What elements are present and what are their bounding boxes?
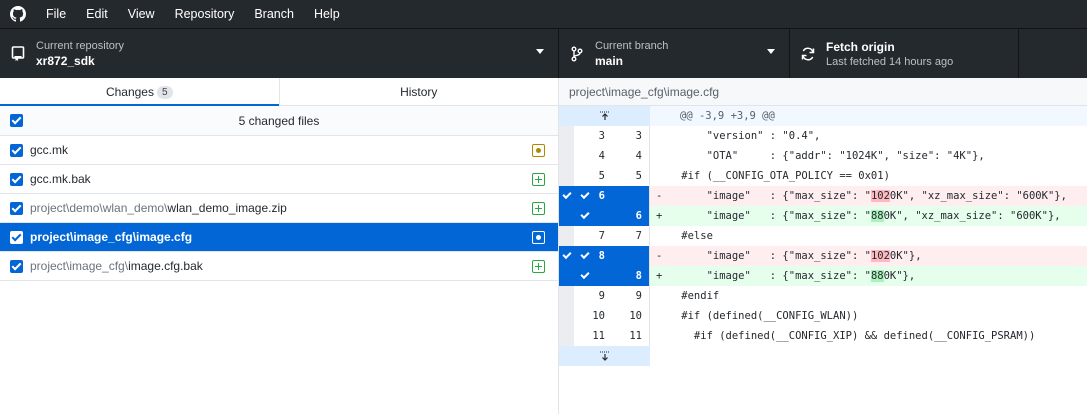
diff-line: 33 "version" : "0.4", (559, 126, 1087, 146)
file-row[interactable]: gcc.mk (0, 136, 558, 165)
file-checkbox[interactable] (10, 259, 23, 273)
diff-line: 99 #endif (559, 286, 1087, 306)
diff-line: 55 #if (__CONFIG_OTA_POLICY == 0x01) (559, 166, 1087, 186)
menu-bar: File Edit View Repository Branch Help (0, 0, 1087, 28)
menu-branch[interactable]: Branch (244, 0, 304, 28)
changed-files-count: 5 changed files (238, 113, 320, 128)
file-name: project\image_cfg\image.cfg.bak (30, 259, 203, 273)
fetch-status: Last fetched 14 hours ago (826, 55, 954, 68)
chevron-down-icon (536, 49, 544, 54)
menu-help[interactable]: Help (304, 0, 350, 28)
file-name: project\demo\wlan_demo\wlan_demo_image.z… (30, 201, 287, 215)
menu-view[interactable]: View (118, 0, 165, 28)
current-repository-button[interactable]: Current repository xr872_sdk (0, 29, 559, 78)
diff-line-added[interactable]: 8 + "image" : {"max_size": "880K"}, (559, 266, 1087, 286)
file-row[interactable]: project\image_cfg\image.cfg.bak (0, 252, 558, 281)
modified-icon (532, 231, 545, 244)
file-row[interactable]: gcc.mk.bak (0, 165, 558, 194)
diff-line-deleted[interactable]: 8 - "image" : {"max_size": "1020K"}, (559, 246, 1087, 266)
repo-name: xr872_sdk (36, 53, 95, 68)
diff-line: 10 10 #if (defined(__CONFIG_WLAN)) (559, 306, 1087, 326)
diff-line-deleted[interactable]: 6 - "image" : {"max_size": "1020K", "xz_… (559, 186, 1087, 206)
hunk-select-checkmark-icon (559, 186, 574, 206)
diff-line: 44 "OTA" : {"addr": "1024K", "size": "4K… (559, 146, 1087, 166)
expand-up-button[interactable] (559, 106, 650, 126)
diff-line-added[interactable]: 6 + "image" : {"max_size": "880K", "xz_m… (559, 206, 1087, 226)
changed-files-header: 5 changed files (0, 106, 558, 136)
github-logo-icon (0, 0, 36, 28)
diff-file-path: project\image_cfg\image.cfg (559, 78, 1087, 106)
menu-edit[interactable]: Edit (76, 0, 118, 28)
menu-repository[interactable]: Repository (165, 0, 245, 28)
changes-count-badge: 5 (156, 86, 173, 99)
diff-line: 11 11 #if (defined(__CONFIG_XIP) && defin… (559, 326, 1087, 346)
branch-icon (559, 46, 595, 62)
file-row[interactable]: project\demo\wlan_demo\wlan_demo_image.z… (0, 194, 558, 223)
diff-pane: project\image_cfg\image.cfg @@ -3,9 +3,9… (559, 78, 1087, 414)
tab-changes-label: Changes (105, 85, 154, 99)
file-name: gcc.mk (30, 143, 69, 157)
file-checkbox[interactable] (10, 143, 23, 157)
hunk-select-checkmark-icon (559, 246, 574, 266)
tab-history[interactable]: History (280, 78, 559, 105)
current-branch-button[interactable]: Current branch main (559, 29, 790, 78)
file-name: gcc.mk.bak (30, 172, 91, 186)
hunk-text: @@ -3,9 +3,9 @@ (650, 106, 1087, 126)
diff-line: 77 #else (559, 226, 1087, 246)
file-name: project\image_cfg\image.cfg (30, 230, 193, 244)
file-checkbox[interactable] (10, 230, 23, 244)
added-icon (532, 202, 545, 215)
hunk-header: @@ -3,9 +3,9 @@ (559, 106, 1087, 126)
file-checkbox[interactable] (10, 172, 23, 186)
tab-changes[interactable]: Changes 5 (0, 78, 280, 106)
added-icon (532, 173, 545, 186)
tab-bar: Changes 5 History (0, 78, 558, 106)
branch-name: main (595, 53, 624, 68)
changes-pane: Changes 5 History 5 changed files gcc.mk … (0, 78, 559, 414)
sync-icon (790, 46, 826, 62)
diff-view: @@ -3,9 +3,9 @@ 33 "version" : "0.4", 44… (559, 106, 1087, 366)
file-checkbox[interactable] (10, 201, 23, 215)
fetch-origin-button[interactable]: Fetch origin Last fetched 14 hours ago (790, 29, 1019, 78)
expand-down-icon (599, 351, 610, 361)
expand-up-icon (599, 111, 610, 120)
branch-label: Current branch (595, 39, 669, 52)
toolbar: Current repository xr872_sdk Current bra… (0, 28, 1087, 78)
expand-down-button[interactable] (559, 346, 650, 366)
added-icon (532, 260, 545, 273)
repo-label: Current repository (36, 39, 125, 52)
hunk-footer (559, 346, 1087, 366)
fetch-label: Fetch origin (826, 39, 895, 54)
menu-file[interactable]: File (36, 0, 76, 28)
repo-icon (0, 45, 36, 62)
chevron-down-icon (767, 49, 775, 54)
file-row-selected[interactable]: project\image_cfg\image.cfg (0, 223, 558, 252)
modified-icon (532, 144, 545, 157)
